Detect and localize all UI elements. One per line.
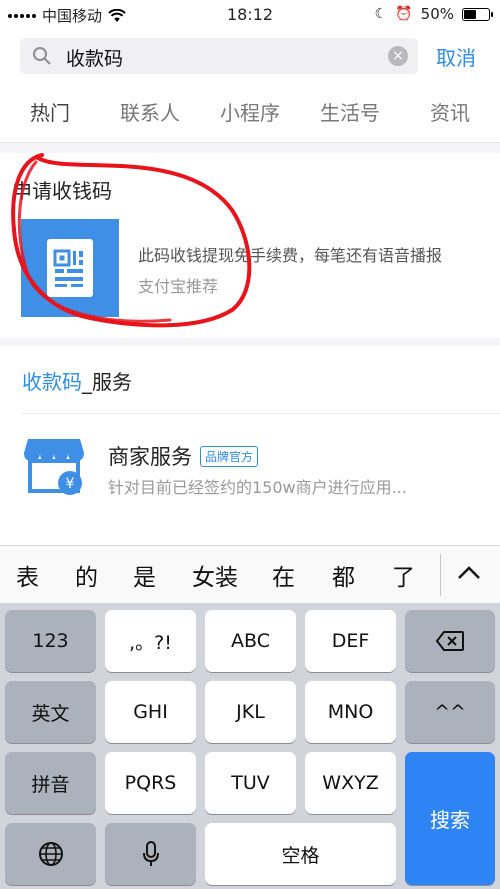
qr-code-thumbnail [21,219,119,317]
service-item-merchant[interactable]: 商家服务 品牌官方 [108,441,259,471]
candidate-word[interactable]: 女装 [192,558,238,592]
search-input[interactable] [64,42,388,72]
key-punctuation[interactable]: ,。?! [105,610,196,672]
moon-icon: ☾ [374,6,388,22]
search-field[interactable]: × [20,38,418,74]
keyboard: 123 ,。?! ABC DEF 英文 GHI JKL MNO ^^ 拼音 PQ… [0,603,500,889]
service-name: 商家服务 [108,445,192,469]
key-pinyin[interactable]: 拼音 [5,752,96,814]
result-title: 申请收钱码 [12,179,112,203]
row-divider [22,413,500,414]
status-bar: 中国移动 18:12 ☾ ⏰ 50% [0,0,500,30]
tab-contacts[interactable]: 联系人 [100,90,200,142]
candidate-word[interactable]: 表 [16,558,39,592]
candidate-word[interactable]: 了 [392,558,415,592]
candidate-word[interactable]: 都 [332,558,355,592]
chevron-up-icon[interactable] [456,560,482,586]
cancel-button[interactable]: 取消 [436,42,476,71]
tab-life-accounts[interactable]: 生活号 [300,90,400,142]
tab-news[interactable]: 资讯 [400,90,500,142]
backspace-icon [435,631,464,651]
tab-mini-programs[interactable]: 小程序 [200,90,300,142]
result-description: 此码收钱提现免手续费，每笔还有语音播报 [138,246,443,265]
key-emoticon[interactable]: ^^ [405,681,495,743]
qr-code-icon [47,239,93,297]
microphone-key[interactable] [105,823,196,885]
globe-icon [38,842,63,866]
microphone-icon [142,841,159,866]
candidate-word[interactable]: 在 [272,558,295,592]
candidate-bar: 表 的 是 女装 在 都 了 [0,545,500,604]
result-source: 支付宝推荐 [138,277,219,296]
section-divider [0,143,500,153]
search-icon [33,47,51,65]
key-ghi[interactable]: GHI [105,681,196,743]
shop-icon: ¥ [24,439,84,495]
services-suffix: _服务 [82,370,132,394]
service-description: 针对目前已经签约的150w商户进行应用... [108,478,407,497]
key-abc[interactable]: ABC [205,610,296,672]
official-badge: 品牌官方 [200,445,259,467]
candidate-divider [440,554,441,596]
key-wxyz[interactable]: WXYZ [305,752,396,814]
tab-hot[interactable]: 热门 [0,90,100,148]
key-tuv[interactable]: TUV [205,752,296,814]
candidate-word[interactable]: 是 [133,558,156,592]
key-jkl[interactable]: JKL [205,681,296,743]
battery-icon [462,7,493,21]
alarm-icon: ⏰ [395,6,413,22]
space-key[interactable]: 空格 [205,823,396,885]
key-mno[interactable]: MNO [305,681,396,743]
globe-key[interactable] [5,823,96,885]
key-english[interactable]: 英文 [5,681,96,743]
services-section-title: 收款码_服务 [22,366,132,395]
category-tabs: 热门 联系人 小程序 生活号 资讯 [0,90,500,148]
services-keyword: 收款码 [22,370,82,394]
search-key[interactable]: 搜索 [405,752,495,885]
key-def[interactable]: DEF [305,610,396,672]
backspace-key[interactable] [405,610,495,672]
candidate-word[interactable]: 的 [75,558,98,592]
clear-icon[interactable]: × [388,46,408,66]
key-123[interactable]: 123 [5,610,96,672]
svg-text:¥: ¥ [66,476,75,492]
battery-percent: 50% [420,5,454,23]
section-divider [0,338,500,346]
key-pqrs[interactable]: PQRS [105,752,196,814]
